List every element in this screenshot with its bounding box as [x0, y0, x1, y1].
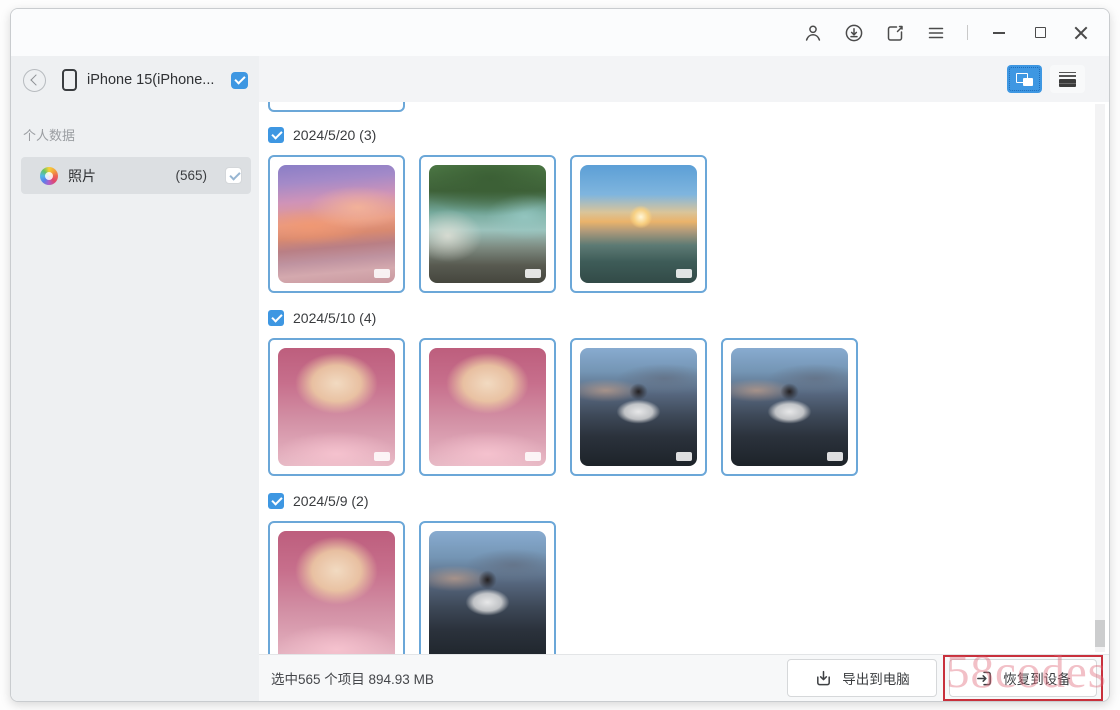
- photos-app-icon: [40, 167, 58, 185]
- date-group-header: 2024/5/9 (2): [268, 492, 1109, 509]
- sidebar-section-label: 个人数据: [23, 125, 259, 144]
- minimize-button[interactable]: [989, 23, 1009, 43]
- photo-watermark-badge: [676, 269, 692, 278]
- titlebar-divider: [967, 25, 968, 40]
- photo-image: [580, 165, 697, 283]
- photo-thumbnail[interactable]: [268, 155, 405, 293]
- photo-row: [268, 155, 1109, 293]
- restore-button-label: 恢复到设备: [1003, 668, 1071, 688]
- photo-thumbnail[interactable]: [419, 521, 556, 654]
- photo-image: [580, 348, 697, 466]
- photo-thumbnail-partial[interactable]: [268, 102, 405, 112]
- sidebar-item-label: 照片: [68, 166, 165, 186]
- photo-image: [429, 348, 546, 466]
- footer-bar: 选中565 个项目 894.93 MB 导出到电脑 恢复到设备: [259, 654, 1109, 701]
- date-group-label: 2024/5/10 (4): [293, 310, 376, 326]
- photo-grid: 2024/5/20 (3) 20: [259, 102, 1109, 654]
- date-group-label: 2024/5/20 (3): [293, 127, 376, 143]
- date-group: 2024/5/20 (3): [268, 126, 1109, 293]
- main-header: [259, 56, 1109, 102]
- photo-watermark-badge: [525, 269, 541, 278]
- date-group-checkbox[interactable]: [268, 310, 284, 326]
- date-group-label: 2024/5/9 (2): [293, 493, 369, 509]
- photo-watermark-badge: [374, 269, 390, 278]
- date-group-checkbox[interactable]: [268, 493, 284, 509]
- photo-thumbnail[interactable]: [570, 338, 707, 476]
- restore-highlight-box: 恢复到设备: [943, 655, 1103, 701]
- date-group-header: 2024/5/20 (3): [268, 126, 1109, 143]
- photo-thumbnail[interactable]: [419, 155, 556, 293]
- photo-watermark-badge: [827, 452, 843, 461]
- photo-image: [429, 531, 546, 654]
- list-view-icon: [1059, 72, 1076, 87]
- app-window: iPhone 15(iPhone... 个人数据 照片 (565) 2024/5…: [10, 8, 1110, 702]
- sidebar: iPhone 15(iPhone... 个人数据 照片 (565): [11, 56, 259, 701]
- view-toggle-thumbnail[interactable]: [1007, 65, 1042, 93]
- export-to-computer-button[interactable]: 导出到电脑: [787, 659, 937, 697]
- sidebar-item-count: (565): [175, 168, 207, 183]
- photo-thumbnail[interactable]: [419, 338, 556, 476]
- close-button[interactable]: [1071, 23, 1091, 43]
- photo-image: [429, 165, 546, 283]
- maximize-icon: [1035, 27, 1046, 38]
- photo-thumbnail[interactable]: [268, 338, 405, 476]
- device-name: iPhone 15(iPhone...: [87, 72, 221, 88]
- scrollbar-track[interactable]: [1095, 104, 1105, 652]
- date-group: 2024/5/10 (4): [268, 309, 1109, 476]
- photo-row: [268, 338, 1109, 476]
- maximize-button[interactable]: [1030, 23, 1050, 43]
- photo-image: [278, 165, 395, 283]
- date-group-checkbox[interactable]: [268, 127, 284, 143]
- download-icon[interactable]: [844, 23, 864, 43]
- photo-watermark-badge: [676, 452, 692, 461]
- photos-checkbox[interactable]: [225, 167, 242, 184]
- photo-thumbnail[interactable]: [721, 338, 858, 476]
- thumbnail-view-icon: [1016, 73, 1033, 86]
- device-header: iPhone 15(iPhone...: [11, 56, 259, 104]
- export-button-label: 导出到电脑: [842, 668, 910, 688]
- photo-row: [268, 521, 1109, 654]
- date-group: 2024/5/9 (2): [268, 492, 1109, 654]
- main-panel: 2024/5/20 (3) 20: [259, 56, 1109, 701]
- minimize-icon: [993, 32, 1005, 34]
- restore-to-device-button[interactable]: 恢复到设备: [949, 659, 1097, 697]
- export-icon: [814, 669, 833, 688]
- phone-icon: [62, 69, 77, 91]
- user-icon[interactable]: [803, 23, 823, 43]
- feedback-icon[interactable]: [885, 23, 905, 43]
- view-toggle-list[interactable]: [1050, 65, 1085, 93]
- sidebar-item-photos[interactable]: 照片 (565): [21, 157, 251, 194]
- selection-summary: 选中565 个项目 894.93 MB: [271, 668, 434, 688]
- menu-icon[interactable]: [926, 23, 946, 43]
- photo-watermark-badge: [525, 452, 541, 461]
- scrollbar-thumb[interactable]: [1095, 620, 1105, 647]
- restore-icon: [975, 669, 994, 688]
- photo-thumbnail[interactable]: [570, 155, 707, 293]
- photo-image: [278, 348, 395, 466]
- date-group-header: 2024/5/10 (4): [268, 309, 1109, 326]
- titlebar: [11, 9, 1109, 56]
- photo-thumbnail[interactable]: [268, 521, 405, 654]
- close-icon: [1074, 26, 1088, 40]
- photo-image: [731, 348, 848, 466]
- photo-watermark-badge: [374, 452, 390, 461]
- photo-image: [278, 531, 395, 654]
- back-button[interactable]: [23, 69, 46, 92]
- device-checkbox[interactable]: [231, 72, 248, 89]
